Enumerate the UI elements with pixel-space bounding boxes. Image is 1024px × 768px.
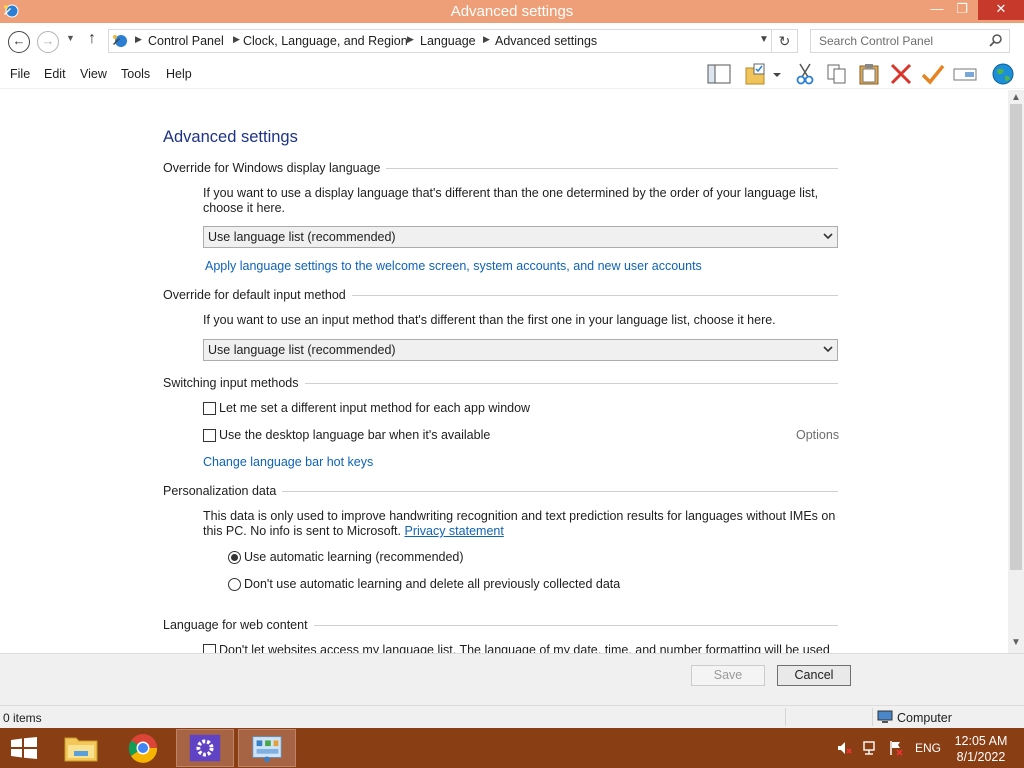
scrollbar-thumb[interactable] [1010, 104, 1022, 570]
apply-language-settings-link[interactable]: Apply language settings to the welcome s… [205, 259, 702, 273]
language-bar-label[interactable]: Use the desktop language bar when it's a… [219, 428, 490, 442]
system-clock[interactable]: 12:05 AM 8/1/2022 [950, 733, 1012, 765]
up-button[interactable]: ↑ [88, 30, 96, 48]
scroll-down-arrow[interactable]: ▼ [1008, 637, 1024, 648]
language-bar-checkbox[interactable] [203, 429, 216, 442]
paste-icon[interactable] [856, 62, 882, 86]
search-icon[interactable] [989, 33, 1003, 47]
breadcrumb-separator[interactable]: ▶ [407, 34, 414, 45]
menu-tools[interactable]: Tools [121, 67, 150, 81]
menu-help[interactable]: Help [166, 67, 192, 81]
per-app-input-checkbox[interactable] [203, 402, 216, 415]
status-divider [785, 708, 786, 726]
computer-icon [877, 710, 893, 723]
layout-pane-icon[interactable] [706, 62, 732, 86]
cut-icon[interactable] [792, 62, 818, 86]
back-button[interactable]: ← [8, 31, 30, 53]
no-automatic-learning-label[interactable]: Don't use automatic learning and delete … [244, 577, 620, 591]
no-automatic-learning-radio[interactable] [228, 578, 241, 591]
address-bar: ← → ▼ ↑ ▶ Control Panel ▶ Clock, Languag… [0, 23, 1024, 59]
copy-icon[interactable] [824, 62, 850, 86]
status-divider [872, 708, 873, 726]
delete-icon[interactable] [888, 62, 914, 86]
address-history-dropdown[interactable]: ▼ [759, 34, 769, 45]
settings-icon[interactable] [176, 729, 234, 767]
file-explorer-icon[interactable] [52, 729, 110, 767]
display-language-description: If you want to use a display language th… [203, 186, 819, 215]
breadcrumb-language[interactable]: Language [420, 34, 476, 48]
restore-button[interactable]: ❐ [948, 0, 976, 20]
personalization-description-text: This data is only used to improve handwr… [203, 509, 836, 538]
input-method-description: If you want to use an input method that'… [203, 313, 776, 327]
web-content-heading: Language for web content [163, 618, 314, 632]
refresh-button[interactable]: ↻ [772, 29, 798, 53]
speaker-muted-icon[interactable] [836, 740, 852, 756]
vertical-scrollbar[interactable]: ▲ ▼ [1008, 90, 1024, 653]
page-title: Advanced settings [163, 128, 298, 146]
search-placeholder: Search Control Panel [819, 34, 934, 48]
menu-view[interactable]: View [80, 67, 107, 81]
status-location: Computer [897, 711, 952, 725]
save-button[interactable]: Save [691, 665, 765, 686]
dialog-footer: Save Cancel [0, 653, 1024, 705]
automatic-learning-label[interactable]: Use automatic learning (recommended) [244, 550, 464, 564]
folder-properties-icon[interactable] [744, 62, 770, 86]
globe-icon[interactable] [990, 62, 1016, 86]
action-center-flag-icon[interactable] [888, 740, 904, 756]
clock-time: 12:05 AM [954, 734, 1008, 748]
input-method-heading: Override for default input method [163, 288, 352, 302]
forward-button[interactable]: → [37, 31, 59, 53]
personalization-description: This data is only used to improve handwr… [203, 509, 843, 539]
privacy-statement-link[interactable]: Privacy statement [404, 524, 503, 538]
menu-bar: File Edit View Tools Help [0, 59, 1024, 89]
chrome-icon[interactable] [114, 729, 172, 767]
windows-start-icon[interactable] [10, 737, 38, 759]
recent-locations-dropdown[interactable]: ▼ [66, 33, 75, 43]
breadcrumb-separator[interactable]: ▶ [233, 34, 240, 45]
status-bar: 0 items Computer [0, 705, 1024, 728]
breadcrumb[interactable]: ▶ Control Panel ▶ Clock, Language, and R… [108, 29, 772, 53]
chevron-down-icon [823, 233, 833, 240]
input-method-value: Use language list (recommended) [208, 343, 396, 357]
taskbar: ENG 12:05 AM 8/1/2022 [0, 728, 1024, 768]
personalization-heading: Personalization data [163, 484, 283, 498]
advanced-settings-panel: Advanced settings Override for Windows d… [0, 90, 1008, 653]
rename-icon[interactable] [952, 62, 978, 86]
per-app-input-label[interactable]: Let me set a different input method for … [219, 401, 530, 415]
items-count: 0 items [3, 711, 42, 725]
switching-input-heading: Switching input methods [163, 376, 305, 390]
title-bar: Advanced settings — ❐ ✕ [0, 0, 1024, 23]
display-language-heading: Override for Windows display language [163, 161, 387, 175]
menu-edit[interactable]: Edit [44, 67, 66, 81]
folder-dropdown-icon[interactable] [770, 62, 784, 86]
search-input[interactable]: Search Control Panel [810, 29, 1010, 53]
checkmark-icon[interactable] [920, 62, 946, 86]
control-panel-icon[interactable] [238, 729, 296, 767]
menu-file[interactable]: File [10, 67, 30, 81]
window-title: Advanced settings [450, 3, 574, 20]
breadcrumb-control-panel[interactable]: Control Panel [148, 34, 224, 48]
cancel-button[interactable]: Cancel [777, 665, 851, 686]
chevron-down-icon [823, 346, 833, 353]
input-method-dropdown[interactable]: Use language list (recommended) [203, 339, 838, 361]
web-language-list-label[interactable]: Don't let websites access my language li… [219, 643, 830, 653]
network-icon[interactable] [862, 740, 878, 756]
change-hot-keys-link[interactable]: Change language bar hot keys [203, 455, 373, 469]
breadcrumb-advanced-settings[interactable]: Advanced settings [495, 34, 597, 48]
breadcrumb-clock-language-region[interactable]: Clock, Language, and Region [243, 34, 408, 48]
close-button[interactable]: ✕ [978, 0, 1024, 20]
display-language-value: Use language list (recommended) [208, 230, 396, 244]
breadcrumb-separator[interactable]: ▶ [135, 34, 142, 45]
web-language-list-checkbox[interactable] [203, 644, 216, 653]
input-language-indicator[interactable]: ENG [915, 741, 941, 755]
language-bar-options-link[interactable]: Options [796, 428, 839, 442]
automatic-learning-radio[interactable] [228, 551, 241, 564]
display-language-dropdown[interactable]: Use language list (recommended) [203, 226, 838, 248]
breadcrumb-separator[interactable]: ▶ [483, 34, 490, 45]
control-panel-icon [113, 35, 127, 47]
clock-date: 8/1/2022 [956, 750, 1006, 764]
scroll-up-arrow[interactable]: ▲ [1008, 92, 1024, 103]
